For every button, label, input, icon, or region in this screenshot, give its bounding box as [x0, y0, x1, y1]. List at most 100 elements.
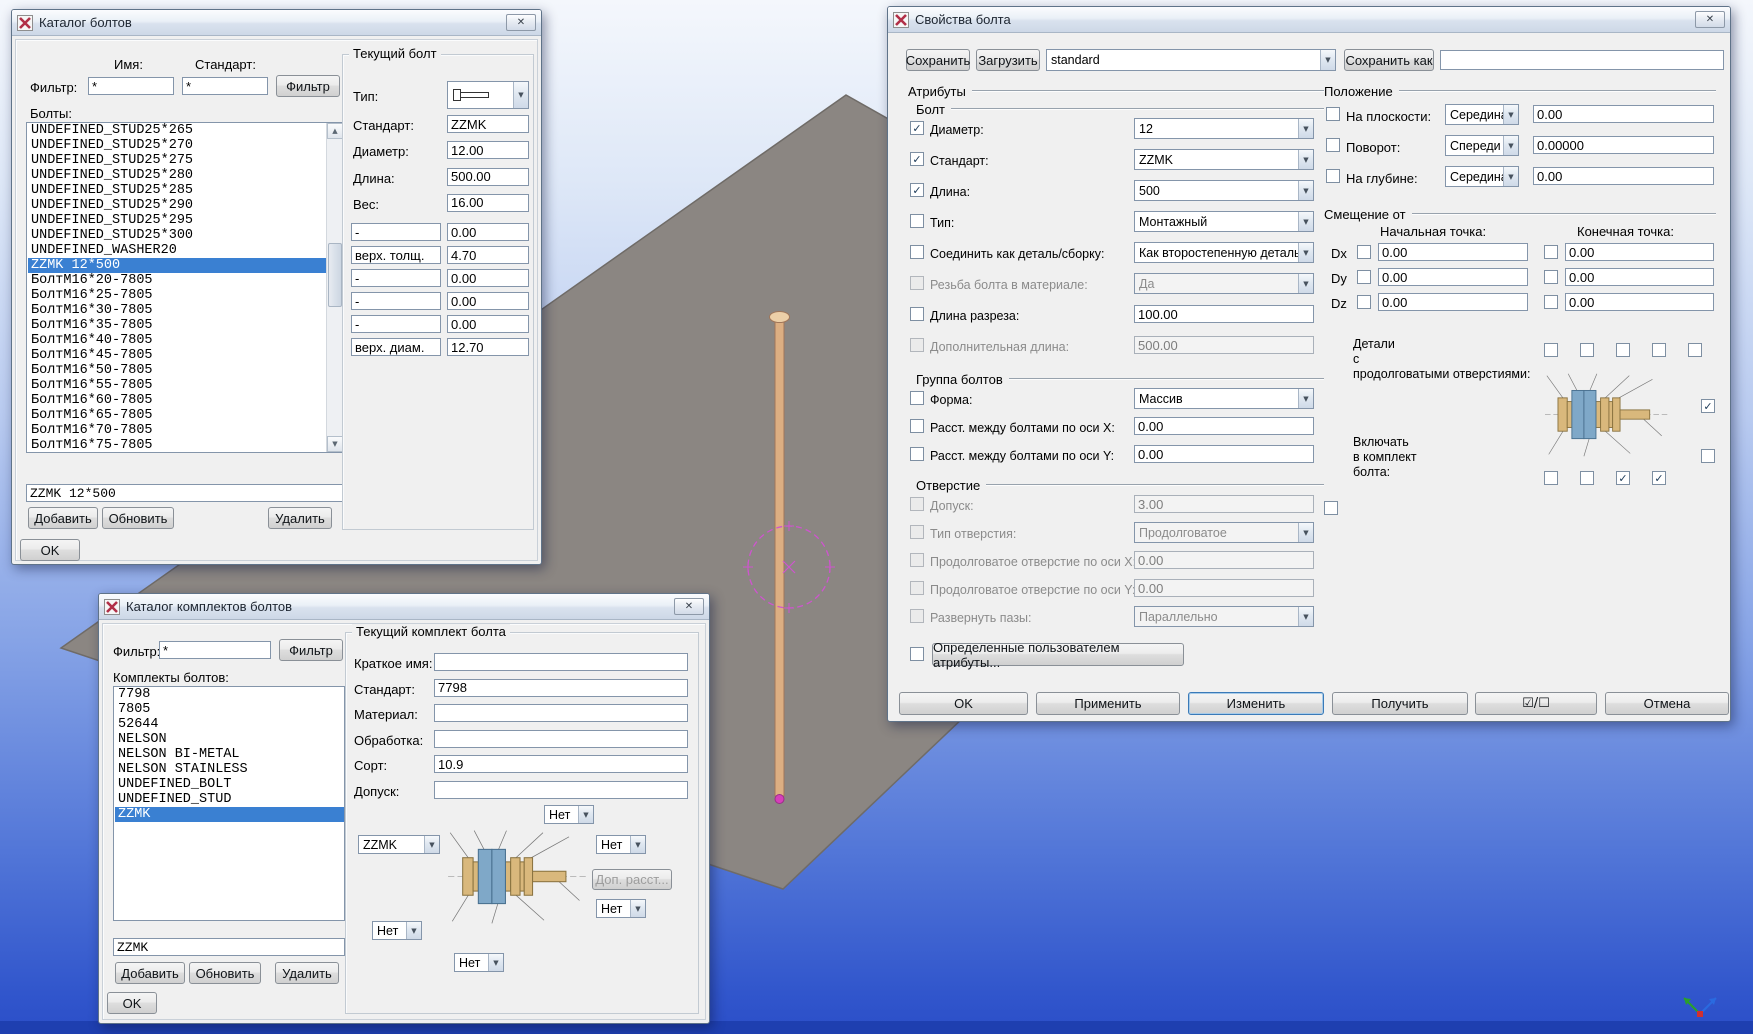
get-button[interactable]: Получить — [1332, 692, 1468, 715]
attribute-checkbox[interactable]: ✓ — [910, 121, 924, 135]
filter-input[interactable] — [159, 641, 271, 659]
chevron-down-icon[interactable]: ▼ — [424, 836, 439, 853]
list-item[interactable]: БолтМ16*70-7805 — [28, 423, 326, 438]
offset-end-input[interactable] — [1565, 243, 1714, 261]
bolts-list-scrollbar[interactable]: ▲ ▼ — [326, 123, 343, 452]
field-input[interactable] — [447, 269, 529, 287]
list-item[interactable]: 7805 — [115, 702, 344, 717]
field-input[interactable] — [447, 292, 529, 310]
apply-button[interactable]: Применить — [1036, 692, 1180, 715]
offset-end-input[interactable] — [1565, 268, 1714, 286]
attribute-input[interactable] — [1134, 445, 1314, 463]
include-part-checkbox[interactable]: ✓ — [1652, 471, 1666, 485]
ok-button[interactable]: OK — [107, 992, 157, 1014]
filter-button[interactable]: Фильтр — [279, 639, 343, 661]
save-button[interactable]: Сохранить — [906, 49, 970, 71]
list-item[interactable]: NELSON — [115, 732, 344, 747]
list-item[interactable]: UNDEFINED_STUD25*285 — [28, 183, 326, 198]
attribute-input[interactable] — [1134, 305, 1314, 323]
assemblies-listbox[interactable]: 7798780552644NELSONNELSON BI-METALNELSON… — [113, 686, 345, 921]
profile-select[interactable]: standard▼ — [1046, 49, 1336, 71]
list-item[interactable]: UNDEFINED_WASHER20 — [28, 243, 326, 258]
position-checkbox[interactable] — [1326, 169, 1340, 183]
filter-name-input[interactable] — [88, 77, 174, 95]
user-attributes-button[interactable]: Определенные пользователем атрибуты... — [932, 643, 1184, 666]
list-item[interactable]: 52644 — [115, 717, 344, 732]
attribute-checkbox[interactable]: ✓ — [910, 152, 924, 166]
attribute-checkbox[interactable]: ✓ — [910, 183, 924, 197]
offset-start-checkbox[interactable] — [1357, 270, 1371, 284]
washer-top-select[interactable]: Нет▼ — [544, 805, 594, 824]
bolts-listbox[interactable]: UNDEFINED_STUD25*265UNDEFINED_STUD25*270… — [26, 122, 344, 453]
attribute-select[interactable]: Как второстепенную деталь▼ — [1134, 242, 1314, 263]
list-item[interactable]: UNDEFINED_STUD25*295 — [28, 213, 326, 228]
offset-end-checkbox[interactable] — [1544, 295, 1558, 309]
offset-start-checkbox[interactable] — [1357, 245, 1371, 259]
position-select[interactable]: Середина▼ — [1445, 166, 1519, 187]
close-button[interactable]: ✕ — [506, 14, 536, 31]
save-as-input[interactable] — [1440, 50, 1724, 70]
field-input[interactable] — [434, 679, 688, 697]
slotted-left-checkbox[interactable] — [1324, 501, 1338, 515]
position-input[interactable] — [1533, 167, 1714, 185]
attribute-select[interactable]: 12▼ — [1134, 118, 1314, 139]
offset-start-input[interactable] — [1378, 293, 1528, 311]
field-name-input[interactable] — [351, 269, 441, 287]
save-as-button[interactable]: Сохранить как — [1344, 49, 1434, 71]
attribute-select[interactable]: 500▼ — [1134, 180, 1314, 201]
list-item[interactable]: UNDEFINED_BOLT — [115, 777, 344, 792]
attribute-select[interactable]: ZZMK▼ — [1134, 149, 1314, 170]
list-item[interactable]: БолтМ16*30-7805 — [28, 303, 326, 318]
bolt-head[interactable] — [770, 312, 790, 323]
nut1-select[interactable]: Нет▼ — [372, 921, 422, 940]
attribute-checkbox[interactable] — [910, 419, 924, 433]
chevron-down-icon[interactable]: ▼ — [1320, 50, 1335, 70]
offset-end-input[interactable] — [1565, 293, 1714, 311]
position-checkbox[interactable] — [1326, 138, 1340, 152]
field-input[interactable] — [447, 246, 529, 264]
field-input[interactable] — [434, 781, 688, 799]
toggle-checkboxes-button[interactable]: ☑/☐ — [1475, 692, 1597, 715]
list-item[interactable]: БолтМ16*45-7805 — [28, 348, 326, 363]
chevron-down-icon[interactable]: ▼ — [406, 922, 421, 939]
attribute-select[interactable]: Монтажный▼ — [1134, 211, 1314, 232]
delete-button[interactable]: Удалить — [268, 507, 332, 529]
list-item[interactable]: ZZMK — [115, 807, 344, 822]
position-input[interactable] — [1533, 136, 1714, 154]
update-button[interactable]: Обновить — [102, 507, 174, 529]
uda-checkbox[interactable] — [910, 647, 924, 661]
list-item[interactable]: UNDEFINED_STUD25*300 — [28, 228, 326, 243]
washer1-select[interactable]: Нет▼ — [596, 835, 646, 854]
field-input[interactable] — [447, 115, 529, 133]
field-input[interactable] — [434, 730, 688, 748]
assembly-catalog-titlebar[interactable]: Каталог комплектов болтов ✕ — [99, 594, 709, 620]
list-item[interactable]: БолтМ16*20-7805 — [28, 273, 326, 288]
list-item[interactable]: БолтМ16*60-7805 — [28, 393, 326, 408]
chevron-down-icon[interactable]: ▼ — [578, 806, 593, 823]
washer2-select[interactable]: Нет▼ — [596, 899, 646, 918]
modify-button[interactable]: Изменить — [1188, 692, 1324, 715]
assembly-name-input[interactable] — [113, 938, 345, 956]
list-item[interactable]: UNDEFINED_STUD — [115, 792, 344, 807]
attribute-checkbox[interactable] — [910, 391, 924, 405]
list-item[interactable]: БолтМ16*35-7805 — [28, 318, 326, 333]
position-checkbox[interactable] — [1326, 107, 1340, 121]
field-name-input[interactable] — [351, 223, 441, 241]
chevron-down-icon[interactable]: ▼ — [630, 836, 645, 853]
add-button[interactable]: Добавить — [115, 962, 185, 984]
delete-button[interactable]: Удалить — [275, 962, 339, 984]
list-item[interactable]: UNDEFINED_STUD25*275 — [28, 153, 326, 168]
list-item[interactable]: БолтМ16*65-7805 — [28, 408, 326, 423]
scroll-down-button[interactable]: ▼ — [327, 436, 343, 452]
position-select[interactable]: Середина▼ — [1445, 104, 1519, 125]
bolt-type-select[interactable]: ▼ — [447, 81, 529, 109]
cancel-button[interactable]: Отмена — [1605, 692, 1729, 715]
list-item[interactable]: БолтМ16*55-7805 — [28, 378, 326, 393]
bolt-standard-select[interactable]: ZZMK▼ — [358, 835, 440, 854]
list-item[interactable]: БолтМ16*25-7805 — [28, 288, 326, 303]
scroll-up-button[interactable]: ▲ — [327, 123, 343, 139]
field-input[interactable] — [447, 168, 529, 186]
position-select[interactable]: Спереди▼ — [1445, 135, 1519, 156]
list-item[interactable]: UNDEFINED_STUD25*280 — [28, 168, 326, 183]
field-input[interactable] — [434, 755, 688, 773]
